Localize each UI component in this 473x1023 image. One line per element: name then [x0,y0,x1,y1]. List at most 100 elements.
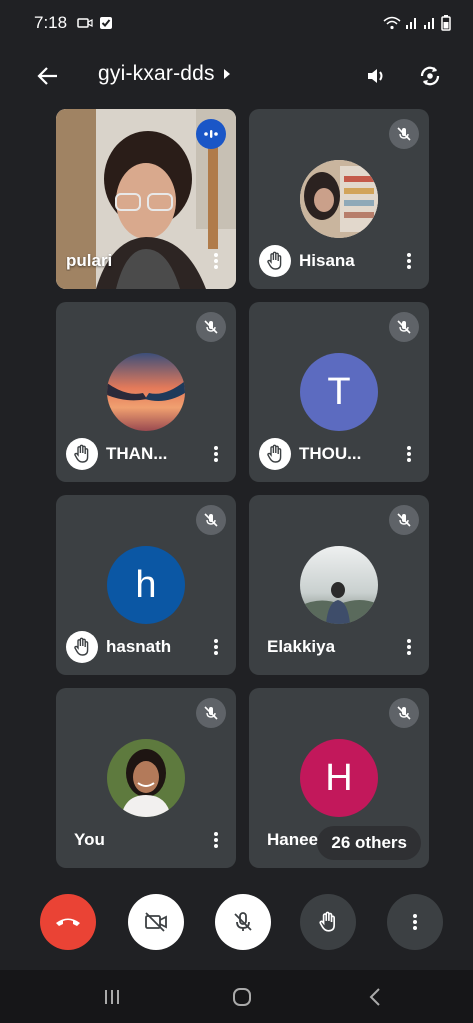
hand-icon [74,637,89,656]
avatar-initial: H [300,739,378,817]
participant-name: Elakkiya [267,637,336,656]
home-button[interactable] [222,982,262,1012]
back-button[interactable] [32,60,64,92]
camera-toggle-button[interactable] [128,894,184,950]
mic-off-icon [397,127,411,141]
status-time: 7:18 [34,13,68,32]
participant-tile-others[interactable]: H Haneena 26 others [249,688,429,868]
raised-hand-indicator [66,631,98,663]
more-vert-icon [214,832,218,848]
raised-hand-indicator [259,245,291,277]
participant-tile-thou[interactable]: T THOU... [249,302,429,482]
participant-tile-pulari[interactable]: pulari [56,109,236,289]
status-bar: 7:18 [0,0,473,46]
raise-hand-icon [319,911,335,932]
meeting-top-bar: gyi-kxar-dds [0,48,473,104]
participant-tile-hasnath[interactable]: h hasnath [56,495,236,675]
audio-level-icon [204,130,218,138]
end-call-icon [56,918,80,926]
tile-footer: hasnath [66,631,228,663]
muted-indicator [196,505,226,535]
signal-icon [406,18,416,29]
mic-toggle-button[interactable] [215,894,271,950]
others-count-pill[interactable]: 26 others [317,826,421,860]
participant-name: pulari [66,251,113,270]
more-vert-icon [214,639,218,655]
back-nav-button[interactable] [355,982,395,1012]
switch-camera-icon [420,66,440,86]
mic-off-icon [397,320,411,334]
muted-indicator [389,505,419,535]
more-vert-icon [214,446,218,462]
signal-icon [424,18,434,29]
hand-icon [74,444,89,463]
mic-off-icon [204,320,218,334]
participant-more-button[interactable] [397,631,421,663]
more-options-button[interactable] [387,894,443,950]
avatar-initial: T [300,353,378,431]
participant-more-button[interactable] [397,438,421,470]
hand-icon [267,444,282,463]
participant-tile-hisana[interactable]: Hisana [249,109,429,289]
tile-footer: pulari [66,245,228,277]
tile-footer: THAN... [66,438,228,470]
avatar-photo [300,160,378,238]
mic-off-icon [234,912,252,931]
more-vert-icon [214,253,218,269]
arrow-back-icon [37,67,57,85]
raised-hand-indicator [66,438,98,470]
end-call-button[interactable] [40,894,96,950]
avatar [107,353,185,431]
home-icon [233,988,251,1006]
avatar [107,739,185,817]
tile-footer: Elakkiya [259,631,421,663]
avatar [300,546,378,624]
raised-hand-indicator [259,438,291,470]
muted-indicator [196,312,226,342]
avatar-photo [300,546,378,624]
participant-tile-elakkiya[interactable]: Elakkiya [249,495,429,675]
participant-name: THAN... [106,444,168,463]
participant-name: hasnath [106,637,172,656]
participant-more-button[interactable] [204,245,228,277]
recent-apps-button[interactable] [92,982,132,1012]
mic-off-icon [397,513,411,527]
checkbox-notification-icon [100,17,113,29]
participant-tile-you[interactable]: You [56,688,236,868]
participant-name: Hisana [299,251,355,270]
participant-more-button[interactable] [204,824,228,856]
meeting-info-button[interactable]: gyi-kxar-dds [98,62,231,86]
wifi-icon [383,16,401,30]
back-icon [369,988,380,1006]
muted-indicator [389,698,419,728]
recent-apps-icon [105,990,119,1004]
tile-footer: THOU... [259,438,421,470]
avatar [300,160,378,238]
screen-record-icon [77,18,93,28]
participant-tile-than[interactable]: THAN... [56,302,236,482]
participant-name: You [74,830,105,849]
audio-output-button[interactable] [360,60,392,92]
avatar-photo [107,353,185,431]
raise-hand-button[interactable] [300,894,356,950]
tile-footer: You [66,824,228,856]
battery-icon [441,15,451,31]
switch-camera-button[interactable] [414,60,446,92]
system-nav-bar [0,970,473,1023]
muted-indicator [389,312,419,342]
speaker-icon [368,69,383,83]
participant-more-button[interactable] [204,438,228,470]
more-vert-icon [407,446,411,462]
avatar-initial: h [107,546,185,624]
participant-more-button[interactable] [204,631,228,663]
muted-indicator [196,698,226,728]
caret-right-icon [223,69,230,79]
mic-off-icon [204,513,218,527]
participant-more-button[interactable] [397,245,421,277]
more-vert-icon [407,253,411,269]
tile-footer: Hisana [259,245,421,277]
speaking-indicator [196,119,226,149]
avatar-photo [107,739,185,817]
more-vert-icon [407,639,411,655]
more-vert-icon [413,914,417,930]
